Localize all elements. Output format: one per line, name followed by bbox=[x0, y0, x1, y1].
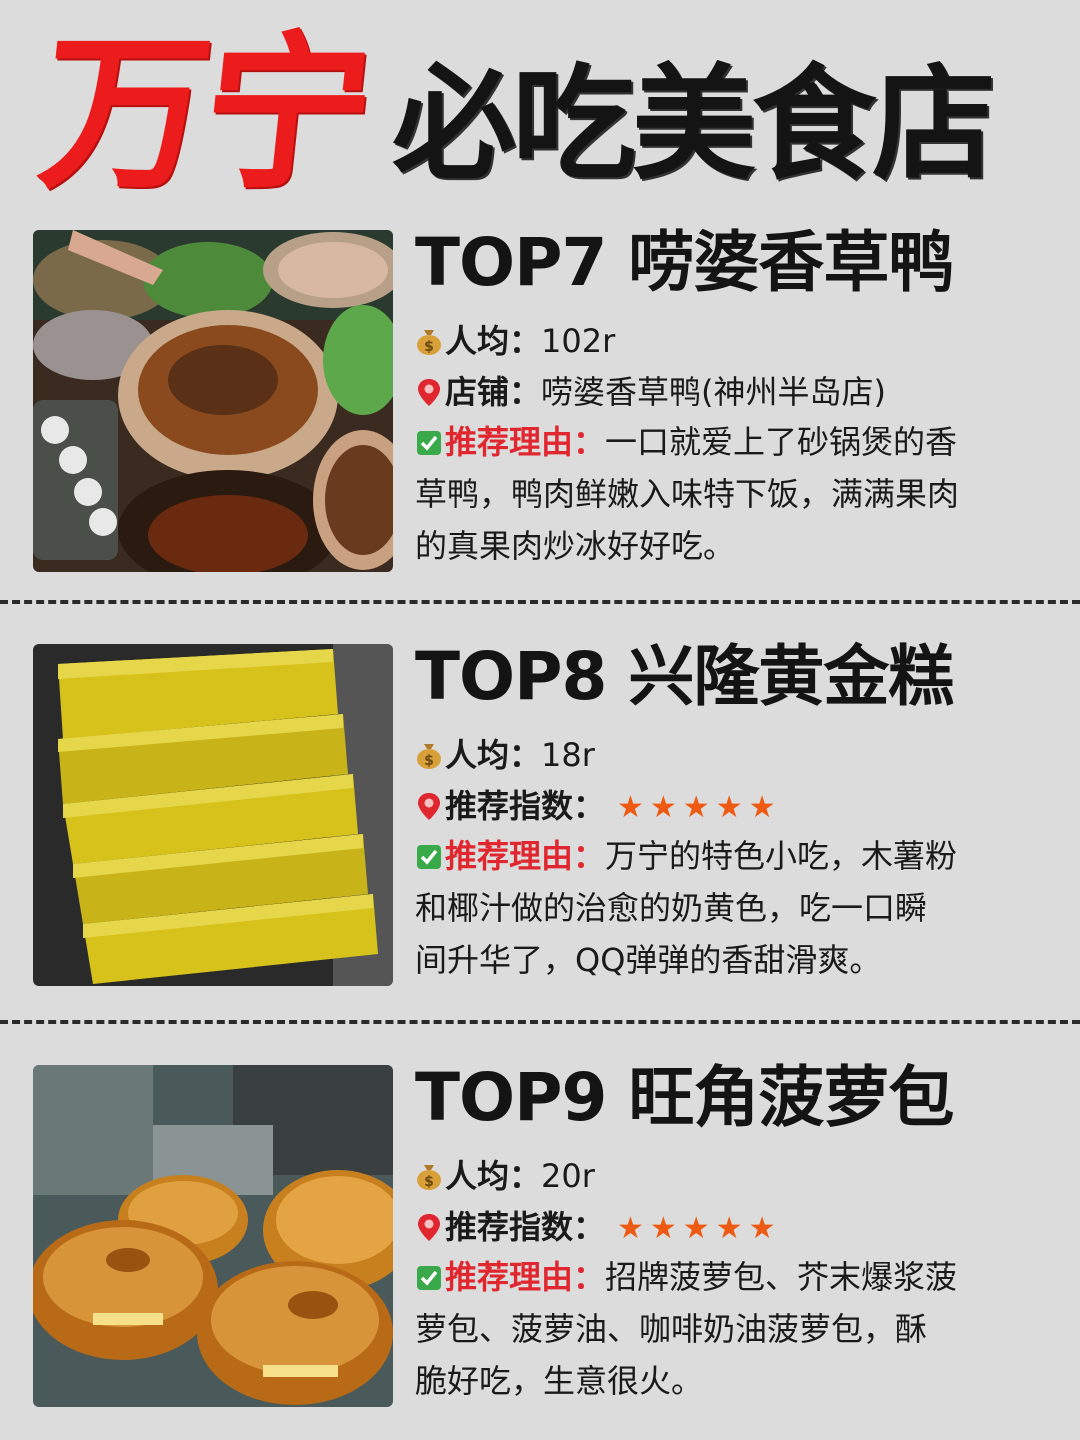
price-value: 20r bbox=[541, 1157, 595, 1195]
reason-label: 推荐理由： bbox=[445, 837, 606, 875]
rating-label: 推荐指数： bbox=[445, 787, 606, 825]
reason-label: 推荐理由： bbox=[445, 1258, 606, 1296]
location-pin-icon bbox=[415, 785, 443, 820]
entry-heading: TOP8 兴隆黄金糕 bbox=[415, 638, 954, 715]
location-pin-icon bbox=[415, 371, 443, 406]
rating-stars: ★★★★★ bbox=[617, 1211, 782, 1246]
reason-line-1: 万宁的特色小吃，木薯粉 bbox=[605, 837, 958, 875]
price-line: $ 人均：102r bbox=[415, 316, 615, 366]
svg-text:$: $ bbox=[424, 753, 434, 769]
entry-photo-cake bbox=[33, 644, 393, 986]
reason-line-1: 一口就爱上了砂锅煲的香 bbox=[605, 423, 958, 461]
shop-label: 店铺： bbox=[445, 373, 542, 411]
money-bag-icon: $ bbox=[415, 734, 443, 769]
section-divider bbox=[0, 600, 1080, 604]
entry-heading: TOP7 唠婆香草鸭 bbox=[415, 224, 954, 301]
price-value: 102r bbox=[541, 322, 616, 360]
title-location: 万宁 bbox=[31, 14, 377, 212]
reason-line-3: 脆好吃，生意很火。 bbox=[415, 1362, 704, 1400]
price-label: 人均： bbox=[445, 1157, 542, 1195]
rating-line: 推荐指数： ★★★★★ bbox=[415, 781, 782, 833]
entry-photo-bun bbox=[33, 1065, 393, 1407]
price-value: 18r bbox=[541, 736, 595, 774]
price-label: 人均： bbox=[445, 736, 542, 774]
shop-value: 唠婆香草鸭(神州半岛店) bbox=[541, 373, 886, 411]
svg-text:$: $ bbox=[424, 339, 434, 355]
check-box-icon bbox=[415, 834, 443, 869]
section-divider bbox=[0, 1020, 1080, 1024]
pineapple-bun-photo-image bbox=[33, 1065, 393, 1407]
golden-cake-photo-image bbox=[33, 644, 393, 986]
reason-line-3: 间升华了，QQ弹弹的香甜滑爽。 bbox=[415, 941, 882, 979]
money-bag-icon: $ bbox=[415, 320, 443, 355]
reason-line-2: 和椰汁做的治愈的奶黄色，吃一口瞬 bbox=[415, 889, 928, 927]
reason-line-3: 的真果肉炒冰好好吃。 bbox=[415, 527, 736, 565]
check-box-icon bbox=[415, 1255, 443, 1290]
duck-photo-image bbox=[33, 230, 393, 572]
reason-line-1: 招牌菠萝包、芥末爆浆菠 bbox=[605, 1258, 958, 1296]
reason-line-2: 萝包、菠萝油、咖啡奶油菠萝包，酥 bbox=[415, 1310, 928, 1348]
reason-block: 推荐理由：一口就爱上了砂锅煲的香 草鸭，鸭肉鲜嫩入味特下饭，满满果肉 的真果肉炒… bbox=[415, 416, 1055, 572]
title-main: 必吃美食店 bbox=[392, 52, 996, 197]
price-line: $ 人均：18r bbox=[415, 730, 595, 780]
money-bag-icon: $ bbox=[415, 1155, 443, 1190]
price-label: 人均： bbox=[445, 322, 542, 360]
check-box-icon bbox=[415, 420, 443, 455]
entry-photo-duck bbox=[33, 230, 393, 572]
page-header: 万宁 必吃美食店 bbox=[0, 0, 1080, 215]
reason-block: 推荐理由：万宁的特色小吃，木薯粉 和椰汁做的治愈的奶黄色，吃一口瞬 间升华了，Q… bbox=[415, 830, 1055, 986]
rating-label: 推荐指数： bbox=[445, 1208, 606, 1246]
reason-label: 推荐理由： bbox=[445, 423, 606, 461]
entry-heading: TOP9 旺角菠萝包 bbox=[415, 1059, 954, 1136]
rating-stars: ★★★★★ bbox=[617, 790, 782, 825]
reason-block: 推荐理由：招牌菠萝包、芥末爆浆菠 萝包、菠萝油、咖啡奶油菠萝包，酥 脆好吃，生意… bbox=[415, 1251, 1055, 1407]
location-pin-icon bbox=[415, 1206, 443, 1241]
shop-line: 店铺：唠婆香草鸭(神州半岛店) bbox=[415, 367, 886, 417]
svg-text:$: $ bbox=[424, 1174, 434, 1190]
price-line: $ 人均：20r bbox=[415, 1151, 595, 1201]
rating-line: 推荐指数： ★★★★★ bbox=[415, 1202, 782, 1254]
reason-line-2: 草鸭，鸭肉鲜嫩入味特下饭，满满果肉 bbox=[415, 475, 960, 513]
